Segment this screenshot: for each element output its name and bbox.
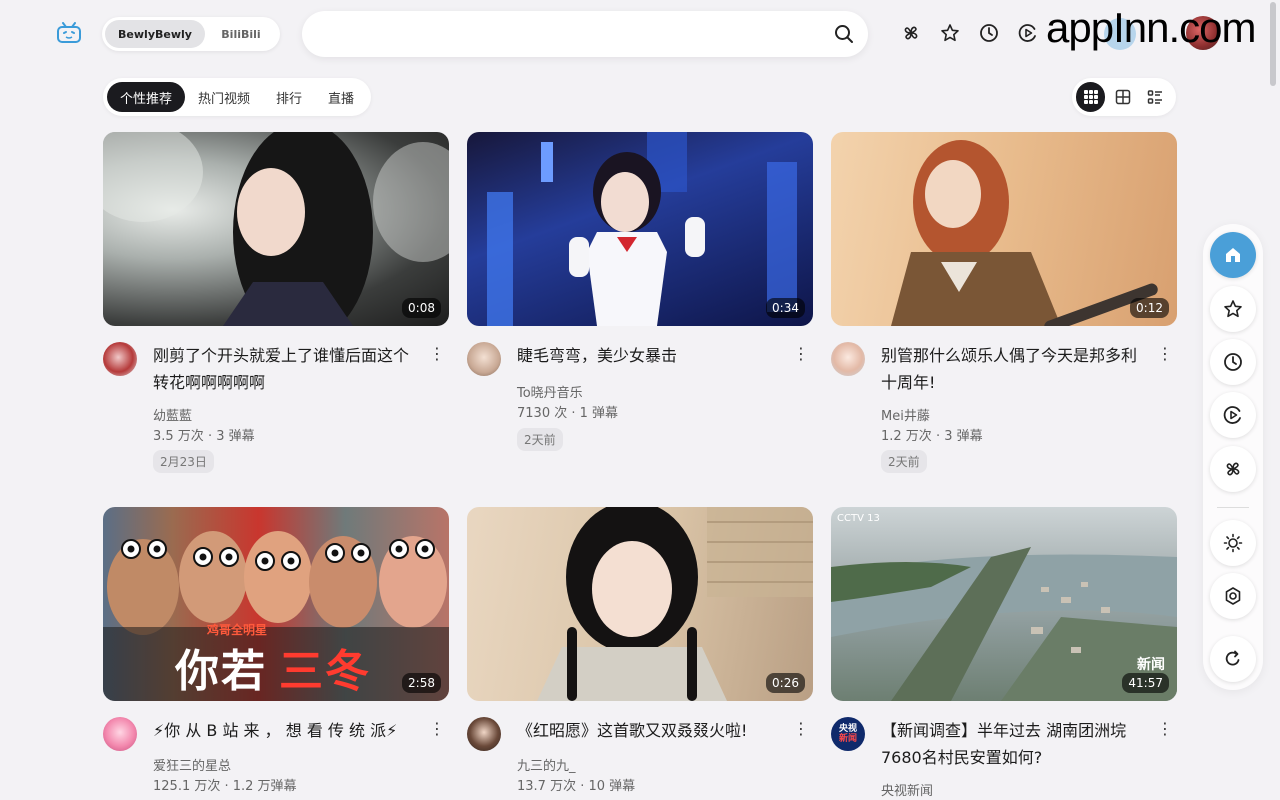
uploader-name[interactable]: Mei井藤 [881, 405, 930, 424]
video-duration: 0:26 [766, 673, 805, 693]
play-circle-icon[interactable] [1210, 392, 1256, 438]
list-icon[interactable] [1140, 82, 1169, 112]
star-icon[interactable] [1210, 286, 1256, 332]
grid-dense-icon[interactable] [1076, 82, 1105, 112]
switch-bilibili[interactable]: BiliBili [205, 20, 277, 48]
video-title[interactable]: ⚡你 从 B 站 来 ， 想 看 传 统 派⚡ [153, 717, 423, 744]
video-duration: 0:12 [1130, 298, 1169, 318]
refresh-icon[interactable] [1210, 636, 1256, 682]
uploader-avatar[interactable] [467, 717, 501, 751]
uploader-name[interactable]: 幼藍藍 [153, 405, 192, 424]
video-stats: 3.5 万次 · 3 弹幕 [153, 429, 255, 444]
news-corner-label: 新闻 [1137, 657, 1165, 673]
pinwheel-icon[interactable] [1210, 446, 1256, 492]
video-thumbnail[interactable]: 鸡哥全明星 你若 三冬 2:58 [103, 507, 449, 701]
uploader-avatar[interactable] [831, 342, 865, 376]
video-title[interactable]: 睫毛弯弯，美少女暴击 [517, 342, 787, 369]
video-thumbnail[interactable]: 0:12 [831, 132, 1177, 326]
top-icon-group [900, 22, 1056, 44]
video-duration: 0:08 [402, 298, 441, 318]
layout-toggle [1072, 78, 1176, 116]
video-title[interactable]: 【新闻调查】半年过去 湖南团洲垸7680名村民安置如何? [881, 717, 1151, 771]
video-thumbnail[interactable]: 0:34 [467, 132, 813, 326]
video-card[interactable]: CCTV 13 新闻 41:57 央视 新闻 【新闻调查】半年过去 湖南团洲垸7… [831, 507, 1177, 799]
video-duration: 41:57 [1122, 673, 1169, 693]
star-icon[interactable] [939, 22, 961, 44]
uploader-avatar[interactable] [103, 342, 137, 376]
more-options-icon[interactable]: ⋮ [1157, 719, 1173, 738]
more-options-icon[interactable]: ⋮ [429, 719, 445, 738]
video-stats: 1.2 万次 · 3 弹幕 [881, 429, 983, 444]
sun-icon[interactable] [1210, 520, 1256, 566]
uploader-avatar[interactable] [467, 342, 501, 376]
video-thumbnail[interactable]: 0:26 [467, 507, 813, 701]
video-title[interactable]: 《红昭愿》这首歌又双叒叕火啦! [517, 717, 787, 744]
uploader-avatar[interactable]: 央视 新闻 [831, 717, 865, 751]
publish-date: 2天前 [517, 428, 563, 451]
video-title[interactable]: 别管那什么颂乐人偶了今天是邦多利十周年! [881, 342, 1151, 396]
search-box [302, 11, 868, 57]
video-thumbnail[interactable]: 0:08 [103, 132, 449, 326]
home-icon[interactable] [1210, 232, 1256, 278]
cctv-channel-logo: CCTV 13 [837, 513, 880, 524]
video-card[interactable]: 0:12 别管那什么颂乐人偶了今天是邦多利十周年! ⋮ Mei井藤 1.2 万次… [831, 132, 1177, 473]
watermark-text: appInn.com [1046, 4, 1256, 51]
video-card[interactable]: 0:08 刚剪了个开头就爱上了谁懂后面这个转花啊啊啊啊啊 ⋮ 幼藍藍 3.5 万… [103, 132, 449, 473]
video-card[interactable]: 0:26 《红昭愿》这首歌又双叒叕火啦! ⋮ 九三的九_ 13.7 万次 · 1… [467, 507, 813, 794]
more-options-icon[interactable]: ⋮ [793, 344, 809, 363]
uploader-avatar[interactable] [103, 717, 137, 751]
clock-icon[interactable] [978, 22, 1000, 44]
video-title[interactable]: 刚剪了个开头就爱上了谁懂后面这个转花啊啊啊啊啊 [153, 342, 423, 396]
tab-popular[interactable]: 热门视频 [185, 82, 263, 112]
uploader-name[interactable]: 爱狂三的星总 [153, 755, 231, 774]
settings-icon[interactable] [1210, 573, 1256, 619]
uploader-name[interactable]: To晓丹音乐 [517, 382, 583, 401]
video-stats: 125.1 万次 · 1.2 万弹幕 [153, 779, 297, 794]
more-options-icon[interactable]: ⋮ [793, 719, 809, 738]
video-thumbnail[interactable]: CCTV 13 新闻 41:57 [831, 507, 1177, 701]
feed-tabs: 个性推荐 热门视频 排行 直播 [103, 78, 372, 116]
cctv-avatar-line1: 央视 [838, 724, 857, 734]
video-duration: 2:58 [402, 673, 441, 693]
switch-bewlybewly[interactable]: BewlyBewly [105, 20, 205, 48]
video-card[interactable]: 0:34 睫毛弯弯，美少女暴击 ⋮ To晓丹音乐 7130 次 · 1 弹幕 2… [467, 132, 813, 451]
tab-recommend[interactable]: 个性推荐 [107, 82, 186, 112]
search-icon[interactable] [834, 24, 854, 44]
publish-date: 2天前 [881, 450, 927, 473]
search-input[interactable] [322, 11, 822, 57]
video-duration: 0:34 [766, 298, 805, 318]
more-options-icon[interactable]: ⋮ [429, 344, 445, 363]
thumbnail-banner-a: 你若 [175, 646, 267, 697]
page-scrollbar[interactable] [1270, 2, 1276, 86]
dock-divider [1217, 507, 1249, 508]
video-stats: 13.7 万次 · 10 弹幕 [517, 779, 636, 794]
grid-icon[interactable] [1108, 82, 1137, 112]
play-circle-icon[interactable] [1017, 22, 1039, 44]
bilibili-logo-icon[interactable] [56, 22, 82, 44]
tab-live[interactable]: 直播 [315, 82, 367, 112]
publish-date: 2月23日 [153, 450, 214, 473]
video-card[interactable]: 鸡哥全明星 你若 三冬 2:58 ⚡你 从 B 站 来 ， 想 看 传 统 派⚡… [103, 507, 449, 794]
uploader-name[interactable]: 九三的九_ [517, 755, 576, 774]
video-stats: 7130 次 · 1 弹幕 [517, 406, 619, 421]
tab-ranking[interactable]: 排行 [263, 82, 315, 112]
thumbnail-banner-b: 三冬 [279, 646, 371, 697]
more-options-icon[interactable]: ⋮ [1157, 344, 1173, 363]
top-bar: BewlyBewly BiliBili appInn.com [0, 0, 1280, 66]
uploader-name[interactable]: 央视新闻 [881, 780, 933, 799]
site-switch: BewlyBewly BiliBili [102, 17, 280, 51]
side-dock [1203, 224, 1263, 690]
clock-icon[interactable] [1210, 339, 1256, 385]
cctv-avatar-line2: 新闻 [838, 734, 857, 744]
pinwheel-icon[interactable] [900, 22, 922, 44]
